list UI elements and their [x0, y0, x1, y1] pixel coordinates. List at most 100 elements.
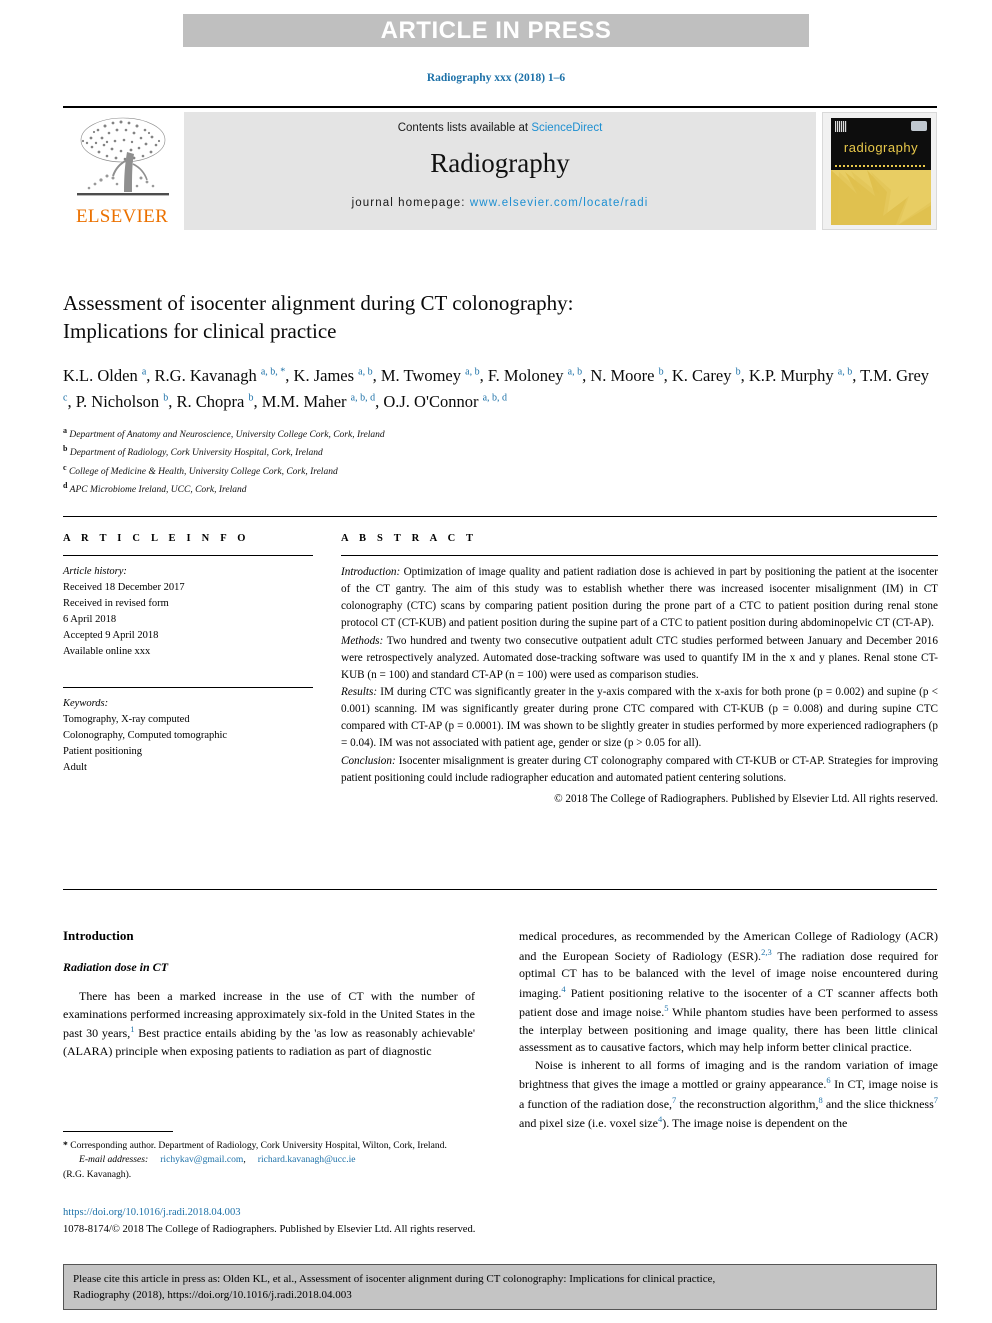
cite-this-article-box: Please cite this article in press as: Ol… [63, 1264, 937, 1310]
abstract-heading: A B S T R A C T [341, 533, 478, 544]
journal-homepage-link[interactable]: www.elsevier.com/locate/radi [470, 197, 648, 209]
abstract-section-label: Methods: [341, 634, 384, 647]
article-history-label: Article history: [63, 566, 127, 577]
subsection-heading-radiation-dose: Radiation dose in CT [63, 960, 169, 974]
abstract-rule [341, 555, 938, 556]
abstract-section-label: Conclusion: [341, 754, 396, 767]
elsevier-tree-icon [77, 117, 169, 196]
affiliation-text: Department of Radiology, Cork University… [69, 448, 323, 459]
body-paragraph: Noise is inherent to all forms of imagin… [519, 1057, 938, 1131]
keyword-item: Adult [63, 761, 87, 773]
cover-journal-title: radiography [843, 140, 919, 155]
affiliation-marker: b [63, 444, 68, 454]
article-history-item: Received 18 December 2017 [63, 581, 185, 593]
email-link-secondary[interactable]: richard.kavanagh@ucc.ie [258, 1154, 356, 1165]
email-link-primary[interactable]: richykav@gmail.com [160, 1154, 243, 1165]
section-heading-introduction: Introduction [63, 928, 134, 943]
email-addresses-label: E-mail addresses: [79, 1154, 149, 1166]
cover-society-logo-icon [911, 121, 927, 131]
abstract-band-bottom-rule [63, 889, 937, 890]
keywords-rule [63, 686, 313, 688]
contents-panel: Contents lists available at ScienceDirec… [184, 112, 816, 230]
body-paragraph: There has been a marked increase in the … [63, 989, 476, 1058]
corresponding-author-text: * Corresponding author. Department of Ra… [63, 1140, 447, 1151]
title-line-1: Assessment of isocenter alignment during… [63, 291, 574, 315]
footnote-separator-rule [63, 1131, 173, 1132]
abstract-section-label: Introduction: [341, 566, 401, 578]
article-history-group: Article history: Received 18 December 20… [63, 564, 313, 660]
contents-lists-line: Contents lists available at ScienceDirec… [184, 122, 816, 134]
affiliation-text: Department of Anatomy and Neuroscience, … [69, 429, 385, 440]
abstract-section-text: IM during CTC was significantly greater … [341, 685, 938, 750]
email-owner: (R.G. Kavanagh). [63, 1168, 132, 1180]
abstract-section-text: Isocenter misalignment is greater during… [341, 754, 938, 784]
journal-homepage-prefix: journal homepage: [351, 197, 470, 209]
affiliation-text: APC Microbiome Ireland, UCC, Cork, Irela… [69, 485, 247, 496]
article-in-press-label: ARTICLE IN PRESS [380, 16, 612, 44]
affiliation-item: c College of Medicine & Health, Universi… [63, 462, 937, 481]
abstract-section: Conclusion: Isocenter misalignment is gr… [341, 753, 938, 787]
affiliation-marker: c [63, 462, 67, 472]
masthead-top-rule [63, 106, 937, 108]
body-column-right: medical procedures, as recommended by th… [519, 928, 938, 1133]
affiliation-item: a Department of Anatomy and Neuroscience… [63, 425, 937, 444]
article-header: Assessment of isocenter alignment during… [63, 290, 937, 499]
article-info-heading: A R T I C L E I N F O [63, 533, 250, 544]
keywords-group: Keywords: Tomography, X-ray computed Colo… [63, 696, 313, 776]
corresponding-author-footnote: * Corresponding author. Department of Ra… [63, 1139, 475, 1182]
abstract-section-text: Two hundred and twenty two consecutive o… [341, 634, 938, 681]
author-list: K.L. Olden a, R.G. Kavanagh a, b, *, K. … [63, 366, 930, 411]
affiliation-marker: a [63, 425, 67, 435]
keyword-item: Colonography, Computed tomographic [63, 729, 228, 741]
cite-line-1: Please cite this article in press as: Ol… [73, 1273, 716, 1285]
journal-cover-thumbnail[interactable]: radiography [822, 112, 937, 230]
affiliation-item: d APC Microbiome Ireland, UCC, Cork, Ire… [63, 480, 937, 499]
abstract-section-label: Results: [341, 685, 378, 698]
article-info-rule [63, 555, 313, 556]
affiliation-item: b Department of Radiology, Cork Universi… [63, 443, 937, 462]
cover-star-graphic-icon [831, 170, 931, 225]
issn-copyright-line: 1078-8174/© 2018 The College of Radiogra… [63, 1223, 476, 1235]
abstract-section: Methods: Two hundred and twenty two cons… [341, 633, 938, 684]
article-history-lines: Received 18 December 2017 Received in rev… [63, 580, 313, 660]
abstract-copyright: © 2018 The College of Radiographers. Pub… [554, 792, 938, 805]
affiliation-text: College of Medicine & Health, University… [68, 466, 338, 477]
abstract-section: Introduction: Optimization of image qual… [341, 564, 938, 633]
cover-artwork [831, 170, 931, 225]
affiliation-marker: d [63, 481, 68, 491]
elsevier-logo: ELSEVIER [65, 112, 179, 230]
cite-line-2: Radiography (2018), https://doi.org/10.1… [73, 1288, 352, 1301]
doi-and-issn-block: https://doi.org/10.1016/j.radi.2018.04.0… [63, 1205, 513, 1239]
article-history-item: Received in revised form [63, 597, 169, 609]
journal-title: Radiography [430, 148, 570, 178]
keyword-item: Patient positioning [63, 745, 143, 757]
article-info-column: A R T I C L E I N F O Article history: R… [63, 533, 313, 775]
title-line-2: Implications for clinical practice [63, 318, 337, 343]
cover-header-band: radiography [831, 118, 931, 170]
article-history-item: Available online xxx [63, 645, 151, 657]
abstract-body: Introduction: Optimization of image qual… [341, 564, 938, 787]
page-title: Assessment of isocenter alignment during… [63, 290, 937, 345]
abstract-band-top-rule [63, 516, 937, 517]
sciencedirect-link[interactable]: ScienceDirect [531, 122, 602, 134]
abstract-column: A B S T R A C T Introduction: Optimizati… [341, 533, 938, 805]
abstract-section-text: Optimization of image quality and patien… [341, 566, 938, 630]
journal-masthead: ELSEVIER Contents lists available at Sci… [63, 106, 937, 232]
body-paragraph: medical procedures, as recommended by th… [519, 929, 938, 1055]
doi-link[interactable]: https://doi.org/10.1016/j.radi.2018.04.0… [63, 1207, 241, 1218]
article-history-item: Accepted 9 April 2018 [63, 629, 159, 641]
contents-lists-prefix: Contents lists available at [397, 122, 532, 134]
abstract-section: Results: IM during CTC was significantly… [341, 684, 938, 753]
journal-reference-line: Radiography xxx (2018) 1–6 [426, 72, 566, 84]
affiliation-list: a Department of Anatomy and Neuroscience… [63, 425, 937, 499]
cover-barcode-icon [835, 121, 847, 132]
journal-homepage-line: journal homepage: www.elsevier.com/locat… [184, 197, 816, 209]
article-history-item: 6 April 2018 [63, 613, 117, 625]
email-addresses-line: E-mail addresses: richykav@gmail.com, ri… [79, 1154, 356, 1166]
keywords-label: Keywords: [63, 697, 109, 709]
article-in-press-banner: ARTICLE IN PRESS [183, 14, 809, 47]
elsevier-wordmark: ELSEVIER [75, 206, 169, 227]
keyword-item: Tomography, X-ray computed [63, 713, 190, 725]
body-column-left: Introduction Radiation dose in CT There … [63, 928, 475, 1060]
